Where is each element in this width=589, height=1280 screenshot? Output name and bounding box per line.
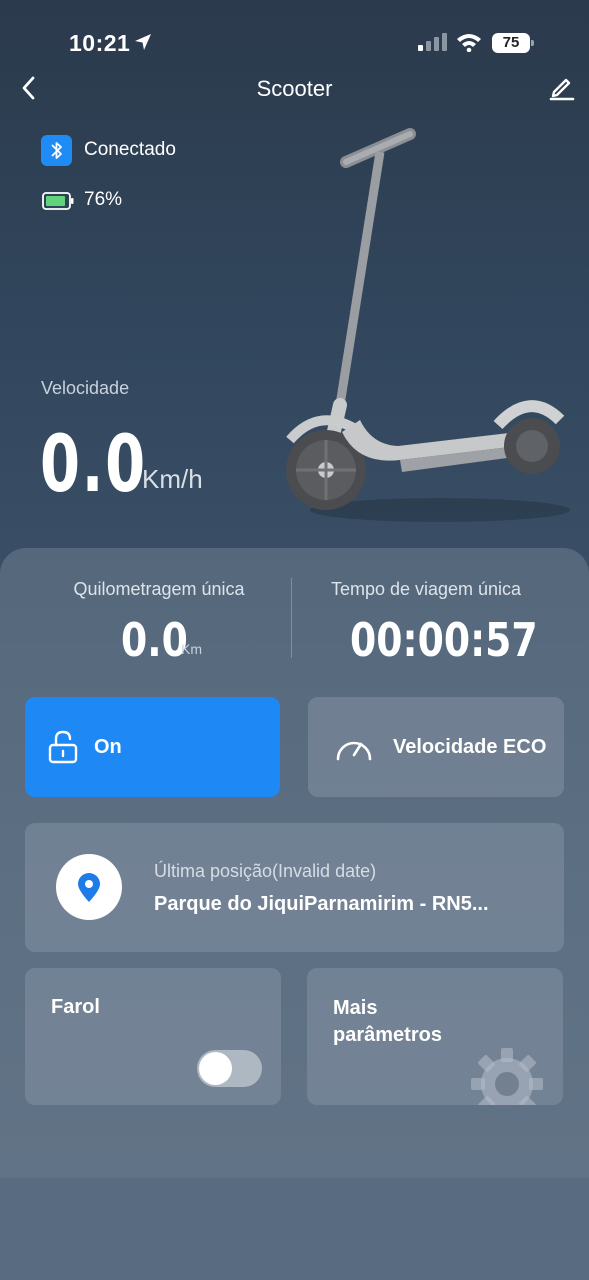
location-arrow-icon [135,34,151,50]
last-position-address: Parque do JiquiParnamirim - RN5... [154,893,489,915]
stats-divider [291,578,292,658]
mileage-value: 0.0 [121,613,188,667]
wifi-icon [457,34,481,52]
page-title: Scooter [256,76,333,101]
mileage-unit: Km [181,641,202,657]
cellular-signal-icon [418,33,447,51]
status-time: 10:21 [69,30,131,56]
connection-status: Conectado [84,139,176,160]
scooter-image [286,128,570,522]
lock-label: On [94,736,122,758]
mileage-label: Quilometragem única [73,579,245,599]
lock-button[interactable]: On [25,697,280,797]
trip-time-value: 00:00:57 [350,613,538,667]
unlock-icon [48,730,78,764]
headlight-label: Farol [51,996,100,1018]
location-pin-badge [56,854,122,920]
bluetooth-icon [41,135,72,166]
battery-percentage: 76% [84,189,123,210]
battery-level: 75 [492,33,530,53]
battery-icon [42,192,74,210]
speed-label: Velocidade [41,378,130,398]
more-parameters-line2: parâmetros [333,1024,442,1046]
panel-footer [0,1178,589,1280]
location-pin-icon [78,873,100,902]
headlight-toggle[interactable] [197,1050,262,1087]
speed-unit: Km/h [142,464,203,494]
speed-mode-button[interactable]: Velocidade ECO [308,697,564,797]
last-position-card[interactable]: Última posição(Invalid date) Parque do J… [25,823,564,952]
edit-pencil-icon[interactable] [548,74,576,102]
trip-time-label: Tempo de viagem única [330,579,522,599]
toggle-knob [199,1052,232,1085]
headlight-card: Farol [25,968,281,1105]
more-parameters-line1: Mais [333,997,378,1019]
gear-icon [471,1048,543,1105]
more-parameters-button[interactable]: Mais parâmetros [307,968,563,1105]
speedometer-icon [336,741,372,761]
more-parameters-label: Mais parâmetros [333,995,442,1049]
speed-value: 0.0 [40,420,147,510]
status-bar: 10:21 75 [0,0,589,80]
last-position-label: Última posição(Invalid date) [154,861,377,881]
battery-status-icon: 75 [492,33,534,53]
speed-mode-label: Velocidade ECO [393,736,547,758]
